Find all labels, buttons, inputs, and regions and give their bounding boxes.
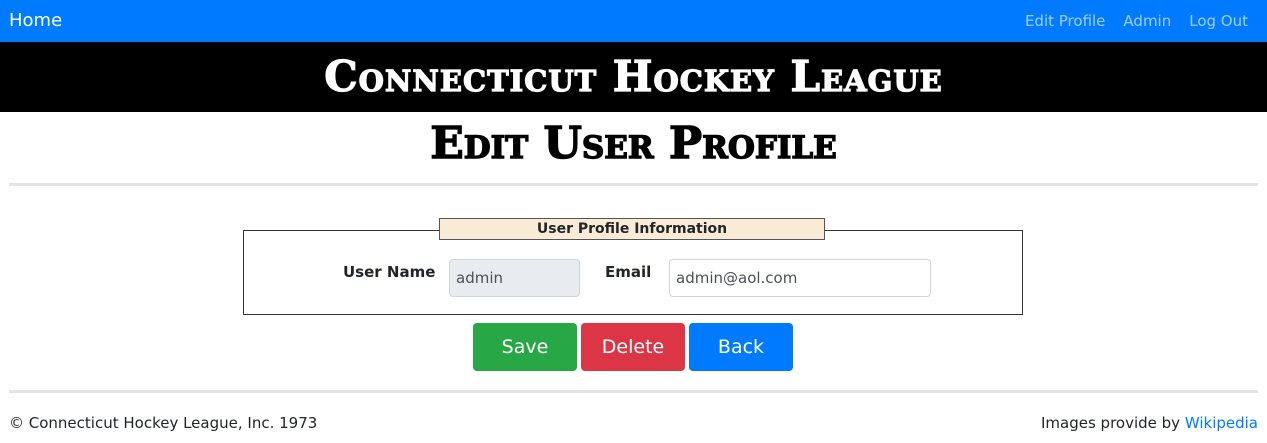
top-divider bbox=[9, 183, 1258, 186]
fieldset-legend: User Profile Information bbox=[439, 218, 825, 240]
page-title: Edit User Profile bbox=[430, 117, 838, 169]
save-button[interactable]: Save bbox=[473, 323, 577, 371]
home-link[interactable]: Home bbox=[9, 9, 62, 33]
footer-credits: Images provide by Wikipedia bbox=[1041, 413, 1258, 433]
delete-button[interactable]: Delete bbox=[581, 323, 685, 371]
back-button[interactable]: Back bbox=[689, 323, 793, 371]
bottom-divider bbox=[9, 390, 1258, 393]
top-navbar: Home Edit Profile Admin Log Out bbox=[0, 0, 1267, 42]
email-field[interactable] bbox=[669, 259, 931, 297]
league-title: Connecticut Hockey League bbox=[324, 52, 943, 101]
nav-admin-link[interactable]: Admin bbox=[1123, 10, 1171, 32]
footer-copyright: © Connecticut Hockey League, Inc. 1973 bbox=[9, 414, 318, 432]
nav-logout-link[interactable]: Log Out bbox=[1189, 10, 1248, 32]
league-banner: Connecticut Hockey League bbox=[0, 42, 1267, 112]
nav-edit-profile-link[interactable]: Edit Profile bbox=[1025, 10, 1105, 32]
user-name-field[interactable] bbox=[449, 259, 580, 297]
wikipedia-link[interactable]: Wikipedia bbox=[1185, 414, 1258, 432]
footer-images-text: Images provide by bbox=[1041, 414, 1181, 432]
nav-links: Edit Profile Admin Log Out bbox=[1025, 10, 1248, 32]
user-name-label: User Name bbox=[343, 263, 436, 281]
email-label: Email bbox=[605, 263, 652, 281]
